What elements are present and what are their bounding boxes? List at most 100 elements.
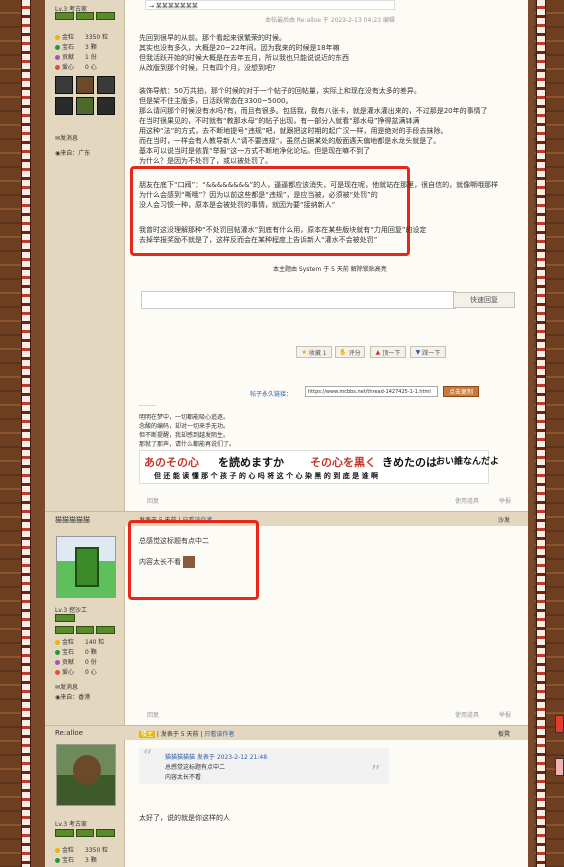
avatar[interactable] — [56, 536, 116, 598]
downvote-button[interactable]: ▼ 踩一下 — [410, 346, 446, 358]
banner-text-b: を読めますか — [218, 456, 284, 469]
user-location: ◉来自：广东 — [55, 150, 91, 157]
post-meta: 楼主 | 发表于 5 天前 | 只看该作者 — [139, 731, 235, 738]
post-paragraph: 基本可以说当时是依靠“举报”这一方式不断地净化论坛。但是现在嘛不到了 — [139, 147, 371, 155]
post-paragraph: 在当时很果见的，不时就有“教那水母”的帖子出现，有一部分人就看“那水母”挣得盆满… — [139, 117, 420, 125]
right-chain-decoration — [536, 0, 546, 867]
emoticon-icon — [183, 556, 195, 568]
rate-button[interactable]: ✋ 评分 — [335, 346, 365, 358]
creeper-figure — [75, 547, 99, 587]
post-paragraph: 但是架不住主版多，日活跃常态在3300~5000。 — [139, 97, 293, 105]
stat-love: 爱心 0 心 — [55, 667, 97, 676]
post-paragraph: 用这种“法”的方式，去不断地提号“违规”吧，就跟把这时期的起广汉一样，用是绝对的… — [139, 127, 448, 135]
upvote-button[interactable]: ▲ 顶一下 — [370, 346, 406, 358]
edit-note: 本帖最后由 Re:alloe 于 2023-2-13 04:23 编辑 — [265, 17, 395, 24]
quote-line: 内容太长不看 — [165, 774, 202, 781]
post-divider — [45, 725, 528, 726]
favorite-button[interactable]: ★ 收藏 1 — [296, 346, 332, 358]
top-quote-box: → 某某某某某某某 — [145, 0, 395, 10]
banner-text-d: きめたのは — [382, 456, 437, 469]
use-tool-link[interactable]: 使用道具 — [455, 496, 479, 505]
signature-line: 念酸的编码，却对一切来手无功。 — [139, 423, 230, 430]
stat-gem: 宝石 0 颗 — [55, 647, 97, 656]
post-paragraph: 其实也没有多久，大概是20~22年间。因为我来的时候是18年嘛 — [139, 44, 340, 52]
avatar[interactable] — [56, 744, 116, 806]
level-bar — [55, 12, 116, 20]
use-tool-link[interactable]: 使用道具 — [455, 710, 479, 719]
quick-reply-input[interactable] — [141, 291, 456, 309]
level-progress — [55, 626, 116, 634]
quick-reply-button[interactable]: 快速回复 — [453, 292, 515, 308]
user-location: ◉来自：香港 — [55, 694, 91, 701]
character-head — [73, 755, 101, 785]
permalink-field[interactable]: https://www.mcbbs.net/thread-1427425-1-1… — [305, 386, 438, 397]
open-quote-icon: “ — [143, 746, 153, 767]
up-icon: ▲ — [375, 348, 381, 356]
signature-banner: あのその心 を読めますか その心を黒く きめたのは おい誰なんだよ 但 还 能 … — [139, 450, 499, 484]
quote-source[interactable]: 猫猫猫猫猫 发表于 2023-2-12 21:48 — [165, 752, 267, 761]
highlight-line: 没人会习惯一种，原本是会被处罚的事情，就因为要“接纳新人” — [139, 201, 336, 209]
post-paragraph: 装饰导航：50万共拍，那个时候的对于一个帖子的回帖量，实际上和现在没有太多的差异… — [139, 87, 421, 95]
close-quote-icon: ” — [371, 762, 381, 783]
float-tab-pink[interactable] — [555, 758, 564, 776]
left-chain-decoration — [21, 0, 31, 867]
stat-gold: 金粒 140 粒 — [55, 637, 104, 646]
float-tab-red[interactable] — [555, 715, 564, 733]
owner-badge: 楼主 — [139, 731, 156, 738]
stat-gem: 宝石 3 颗 — [55, 42, 97, 51]
banner-text-e: おい誰なんだよ — [436, 457, 500, 467]
highlight-line: 去掉举报奖励不就是了，这样反而会在某种程度上告诉新人“灌水不会被处罚” — [139, 236, 378, 244]
banner-subtitle: 但 还 能 读 懂 那 个 孩 子 的 心 吗 将 这 个 心 染 黑 的 到 … — [154, 472, 379, 480]
send-message-link[interactable]: ✉发消息 — [55, 682, 78, 691]
stat-gold: 金粒 3350 粒 — [55, 32, 108, 41]
level-bar — [55, 829, 116, 837]
thread-content: Lv.3 考古家 金粒 3350 粒 宝石 3 颗 贡献 1 份 爱心 0 心 ✉发消息… — [45, 0, 528, 867]
quote-line: 总感觉这标题有点中二 — [165, 764, 226, 771]
signature-line: 那就了那声，请什么都能再说们了。 — [139, 441, 236, 448]
signature-line: 明明在梦中，一切都能吸心追逐。 — [139, 414, 230, 421]
level-bar — [55, 614, 75, 622]
user-level: Lv.3 挖沙工 — [55, 607, 88, 614]
reply-link[interactable]: 回复 — [147, 710, 159, 719]
post-paragraph: 先回到很早的从前。那个看起来很繁荣的时候。 — [139, 34, 286, 42]
post-divider — [45, 511, 528, 512]
medal-icon[interactable] — [55, 97, 73, 115]
report-link[interactable]: 举报 — [499, 496, 511, 505]
signature-divider: -------- — [139, 402, 157, 409]
permalink-label: 帖子永久链接： — [250, 391, 293, 398]
floor-label: 板凳 — [498, 731, 511, 738]
quote-block: “ 猫猫猫猫猫 发表于 2023-2-12 21:48 总感觉这标题有点中二 内… — [139, 746, 389, 784]
copy-link-button[interactable]: 点击复制 — [443, 386, 479, 397]
signature-line: 但不断提醒，我却感到越发陌生。 — [139, 432, 230, 439]
post-paragraph: 太好了，说的就是你这样的人 — [139, 814, 230, 822]
down-icon: ▼ — [415, 348, 421, 356]
stat-love: 爱心 0 心 — [55, 62, 97, 71]
highlight-line: 朋友在底下“口阀”：“&&&&&&&&”的人，逼逼都应该消失，可是现在呢，他就站… — [139, 181, 499, 189]
floor-label: 沙发 — [498, 517, 511, 524]
medal-grid — [55, 76, 115, 115]
post-paragraph: 从改版到那个时候，只有四个月，没想到吧? — [139, 64, 276, 72]
banner-text-c: その心を黒く — [310, 456, 376, 469]
medal-icon[interactable] — [97, 76, 115, 94]
medal-icon[interactable] — [55, 76, 73, 94]
reply-link[interactable]: 回复 — [147, 496, 159, 505]
send-message-link[interactable]: ✉发消息 — [55, 133, 78, 142]
highlight-line: 我曾时这没理解那种“不处罚回帖灌水”到底有什么用，原本在某些版块就有“力用回复”… — [139, 226, 427, 234]
post-paragraph: 但我活跃开始的时候大概是在去年五月，所以我也只能说说近的东西 — [139, 54, 349, 62]
medal-icon[interactable] — [76, 76, 94, 94]
post-author[interactable]: 猫猫猫猫猫 — [55, 515, 90, 525]
only-author-link[interactable]: 只看该作者 — [204, 731, 234, 738]
thumb-icon: ✋ — [339, 348, 347, 356]
stat-contrib: 贡献 0 份 — [55, 657, 97, 666]
post-paragraph: 那么请问那个时候没有水吗?有，而且有很多。包括我，我有八张卡，就是灌水灌出来的，… — [139, 107, 488, 115]
medal-icon[interactable] — [97, 97, 115, 115]
post-paragraph: 内容太长不看 — [139, 556, 195, 568]
post-author[interactable]: Re:alloe — [55, 729, 83, 737]
report-link[interactable]: 举报 — [499, 710, 511, 719]
post-paragraph: 而在当时，一样会有人教导新人“请不要违规”，虽然占据某处的版面遇天偏地都是水龙头… — [139, 137, 441, 145]
banner-text-a: あのその心 — [144, 456, 199, 469]
medal-icon[interactable] — [76, 97, 94, 115]
stat-gold: 金粒 3350 粒 — [55, 845, 108, 854]
stat-contrib: 贡献 1 份 — [55, 52, 97, 61]
post-main: → 某某某某某某某 本帖最后由 Re:alloe 于 2023-2-13 04:… — [125, 0, 528, 867]
